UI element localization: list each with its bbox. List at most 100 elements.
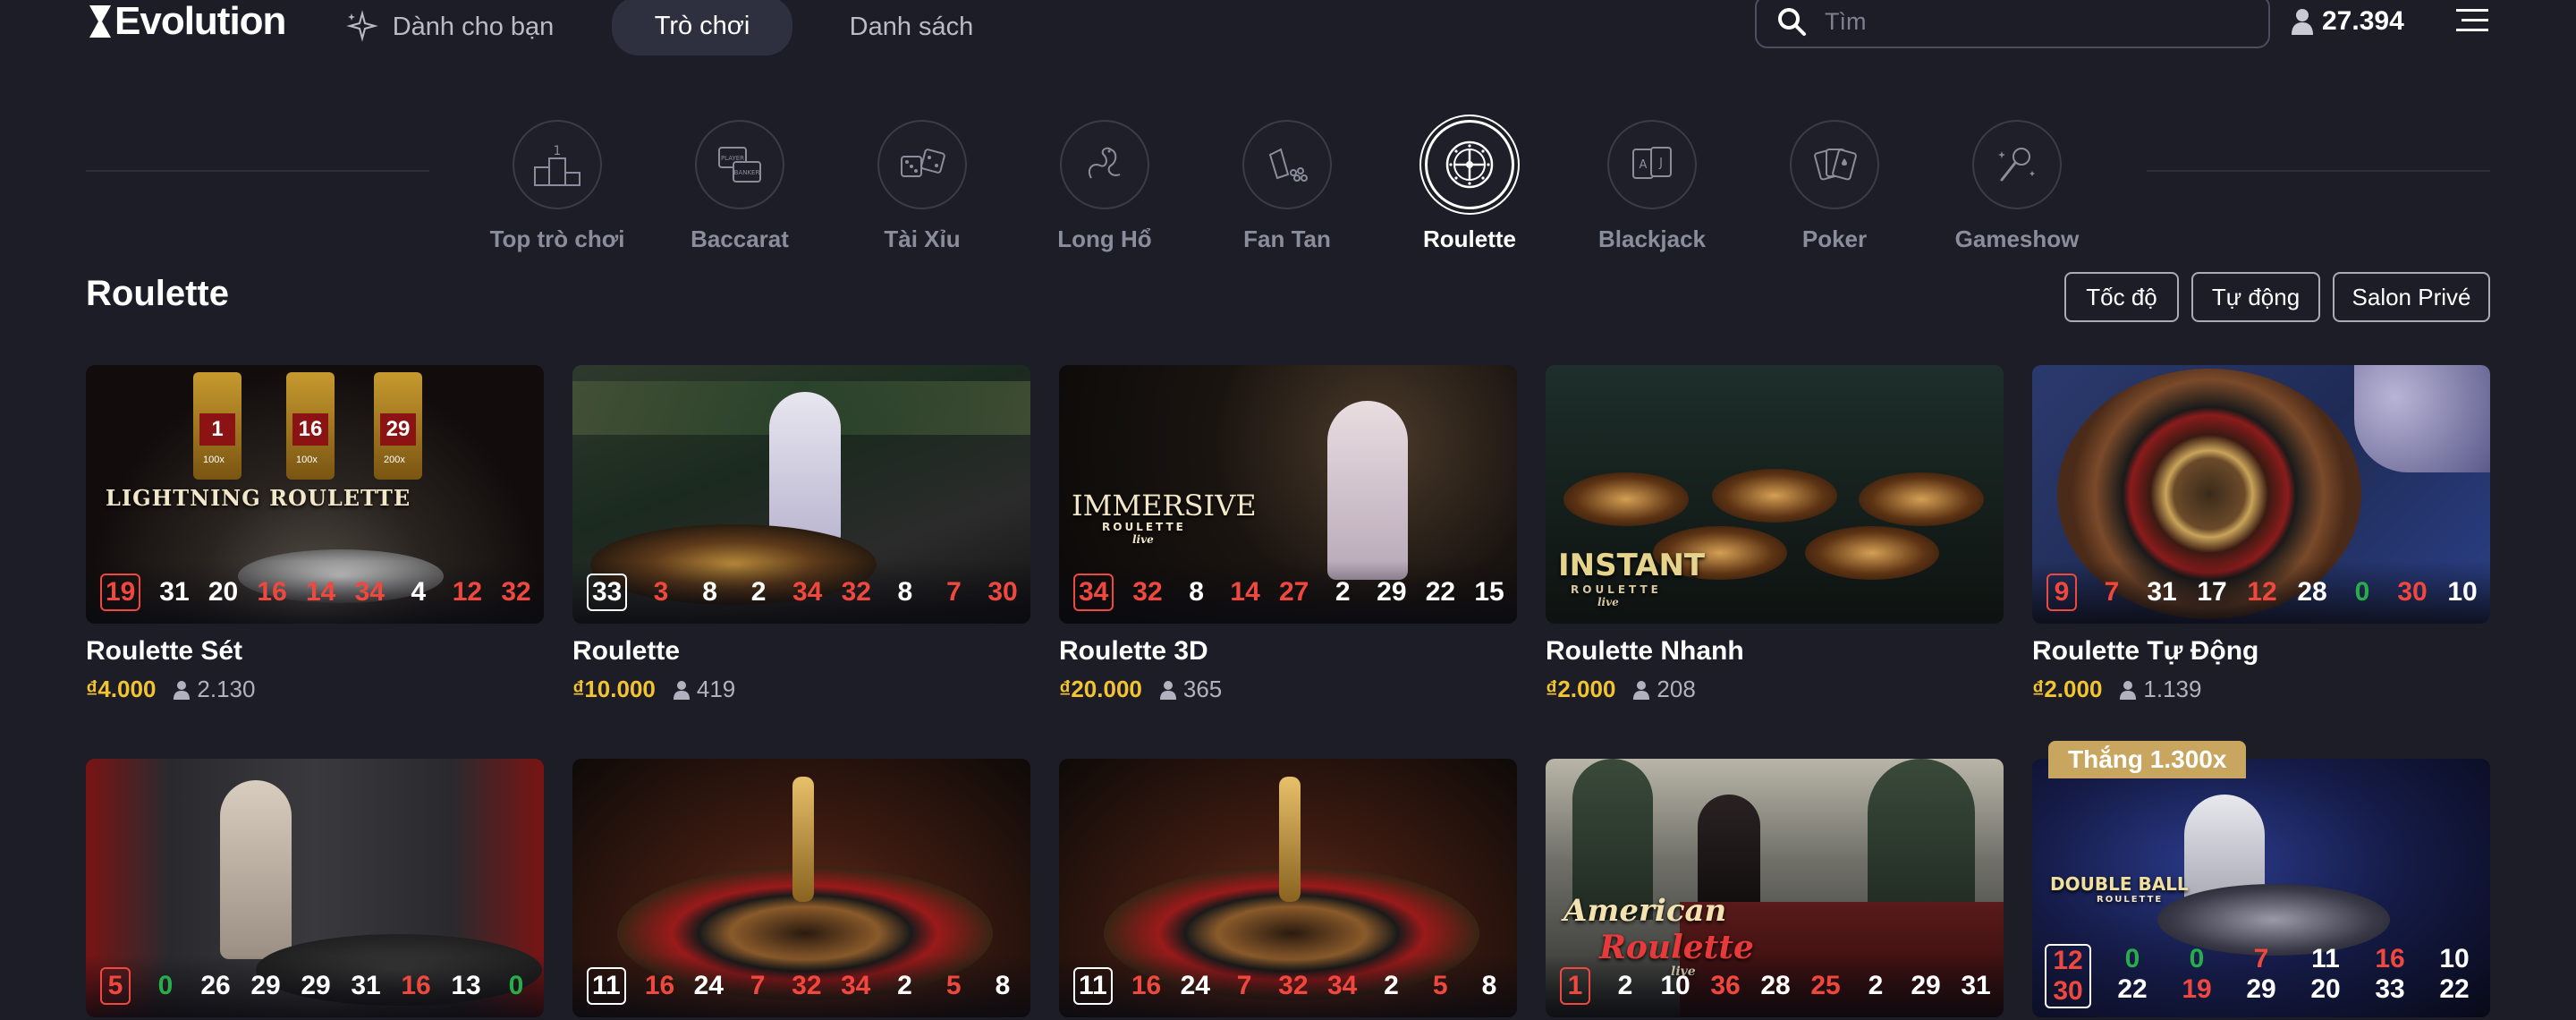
game-thumbnail[interactable]: IMMERSIVE ROULETTE live 34 32 8 14 27 2 29 22 15 — [1059, 365, 1517, 624]
hamburger-menu-icon[interactable] — [2456, 7, 2488, 34]
recent-number: 34 — [792, 577, 823, 607]
evolution-logo[interactable]: Evolution — [86, 0, 286, 43]
search-input[interactable] — [1825, 7, 2236, 36]
recent-number: 22 — [1425, 577, 1456, 607]
recent-numbers: 11 16 24 7 32 34 2 5 8 — [572, 955, 1030, 1017]
user-icon — [174, 680, 191, 700]
recent-number: 2 — [1384, 971, 1399, 1000]
player-count: 1.139 — [2120, 676, 2201, 703]
game-card-roulette-nhanh[interactable]: INSTANT ROULETTE live Roulette Nhanh ₫2.… — [1546, 365, 2004, 703]
game-logo: IMMERSIVE — [1072, 489, 1257, 523]
recent-number: 2 — [1868, 971, 1884, 1000]
game-card[interactable]: American Roulette live 121036282522931 — [1546, 759, 2004, 1017]
recent-number-pair: 7 29 — [2238, 944, 2284, 1008]
game-title[interactable]: Roulette Sét — [86, 636, 544, 667]
game-card-roulette[interactable]: 33 3 8 2 34 32 8 7 30 Roulette ₫10.000 419 — [572, 365, 1030, 703]
recent-number: 4 — [411, 577, 427, 607]
category-baccarat[interactable]: PLAYER BANKER Baccarat — [668, 120, 811, 253]
recent-number: 28 — [1760, 971, 1791, 1000]
recent-number: 14 — [306, 577, 336, 607]
game-meta: ₫2.000 208 — [1546, 676, 2004, 703]
game-meta: ₫10.000 419 — [572, 676, 1030, 703]
category-poker-circle — [1790, 120, 1879, 209]
user-icon — [1633, 680, 1650, 700]
recent-number: 2 — [1617, 971, 1633, 1000]
nav-for-you[interactable]: Dành cho bạn — [333, 0, 565, 54]
game-logo-live: live — [1132, 533, 1154, 546]
poker-cards-icon — [1814, 149, 1857, 181]
recent-number: 8 — [1189, 577, 1204, 607]
category-roulette-circle — [1425, 120, 1514, 209]
game-title[interactable]: Roulette 3D — [1059, 636, 1517, 667]
fan-tan-icon — [1268, 148, 1308, 182]
game-thumbnail[interactable]: 5 0 26 29 29 31 16 13 0 — [86, 759, 544, 1017]
recent-number: 10 — [2439, 944, 2470, 973]
category-top-games-circle: 1 — [513, 120, 602, 209]
game-thumbnail[interactable]: 9 7 31 17 12 28 0 30 10 — [2032, 365, 2490, 624]
recent-number: 5 — [1432, 971, 1448, 1000]
game-thumbnail[interactable]: INSTANT ROULETTE live — [1546, 365, 2004, 624]
game-thumbnail[interactable]: 11 16 24 7 32 34 2 5 8 — [572, 759, 1030, 1017]
game-title[interactable]: Roulette Nhanh — [1546, 636, 2004, 667]
recent-number: 11 — [1073, 967, 1113, 1005]
recent-number: 33 — [587, 574, 628, 611]
category-blackjack[interactable]: A J Blackjack — [1580, 120, 1724, 253]
game-card-roulette-auto[interactable]: 9 7 31 17 12 28 0 30 10 Roulette Tự Động ₫2.000 … — [2032, 365, 2490, 703]
game-card[interactable]: 11 16 24 7 32 34 2 5 8 — [1059, 759, 1517, 1017]
game-title[interactable]: Roulette Tự Động — [2032, 636, 2490, 667]
game-title[interactable]: Roulette — [572, 636, 1030, 667]
microphone-icon — [1998, 148, 2035, 182]
game-card-double-ball[interactable]: DOUBLE BALL ROULETTE 12 30 0 22 0 19 7 29 11 20 16… — [2032, 759, 2490, 1017]
search-icon — [1778, 8, 1806, 36]
nav-games[interactable]: Trò chơi — [612, 0, 792, 55]
recent-number: 1 — [1560, 967, 1590, 1005]
game-thumbnail[interactable]: American Roulette live 121036282522931 — [1546, 759, 2004, 1017]
category-top-games-label: Top trò chơi — [489, 225, 625, 252]
multiplier-label: 200x — [384, 455, 405, 465]
recent-number: 30 — [987, 577, 1018, 607]
category-fan-tan[interactable]: Fan Tan — [1216, 120, 1359, 253]
recent-number: 13 — [451, 971, 481, 1000]
category-top-games[interactable]: 1 Top trò chơi — [486, 120, 629, 253]
filter-auto-button[interactable]: Tự động — [2191, 272, 2320, 322]
recent-number: 27 — [1279, 577, 1309, 607]
recent-number-pair: 11 20 — [2302, 944, 2349, 1008]
game-card[interactable]: 11 16 24 7 32 34 2 5 8 — [572, 759, 1030, 1017]
category-gameshow[interactable]: Gameshow — [1945, 120, 2089, 253]
filter-speed-button[interactable]: Tốc độ — [2064, 272, 2179, 322]
recent-number: 7 — [750, 971, 766, 1000]
evolution-logo-icon — [89, 5, 111, 38]
multiplier-number: 29 — [380, 413, 416, 446]
nav-list[interactable]: Danh sách — [832, 0, 991, 54]
game-card[interactable]: 5 0 26 29 29 31 16 13 0 — [86, 759, 544, 1017]
game-thumbnail[interactable]: 1 16 29 100x 100x 200x LIGHTNING ROULETT… — [86, 365, 544, 624]
game-card-roulette-set[interactable]: 1 16 29 100x 100x 200x LIGHTNING ROULETT… — [86, 365, 544, 703]
player-count: 419 — [673, 676, 735, 703]
category-tai-xiu[interactable]: Tài Xỉu — [851, 120, 994, 253]
player-count-value: 365 — [1182, 676, 1223, 702]
filter-salon-prive-button[interactable]: Salon Privé — [2333, 272, 2490, 322]
multiplier-label: 100x — [296, 455, 318, 465]
game-thumbnail[interactable]: 11 16 24 7 32 34 2 5 8 — [1059, 759, 1517, 1017]
recent-numbers: 34 32 8 14 27 2 29 22 15 — [1059, 561, 1517, 624]
recent-number: 22 — [2439, 974, 2470, 1004]
category-poker[interactable]: Poker — [1763, 120, 1906, 253]
dealer — [769, 392, 841, 544]
recent-number: 32 — [1278, 971, 1309, 1000]
game-thumbnail[interactable]: DOUBLE BALL ROULETTE 12 30 0 22 0 19 7 29 11 20 16… — [2032, 759, 2490, 1017]
recent-numbers: 11 16 24 7 32 34 2 5 8 — [1059, 955, 1517, 1017]
recent-number: 29 — [1911, 971, 1941, 1000]
game-meta: ₫2.000 1.139 — [2032, 676, 2490, 703]
recent-number: 20 — [2310, 974, 2341, 1004]
dice-icon — [901, 149, 945, 177]
category-roulette-label: Roulette — [1423, 225, 1516, 252]
category-long-ho-circle — [1060, 120, 1149, 209]
game-thumbnail[interactable]: 33 3 8 2 34 32 8 7 30 — [572, 365, 1030, 624]
category-tai-xiu-circle — [877, 120, 967, 209]
roulette-wheel — [1563, 472, 1689, 526]
game-card-roulette-3d[interactable]: IMMERSIVE ROULETTE live 34 32 8 14 27 2 29 22 15… — [1059, 365, 1517, 703]
search-box[interactable] — [1755, 0, 2270, 48]
category-long-ho[interactable]: Long Hổ — [1033, 120, 1176, 253]
wheel-turret — [1279, 777, 1301, 902]
category-roulette[interactable]: Roulette — [1398, 120, 1541, 253]
